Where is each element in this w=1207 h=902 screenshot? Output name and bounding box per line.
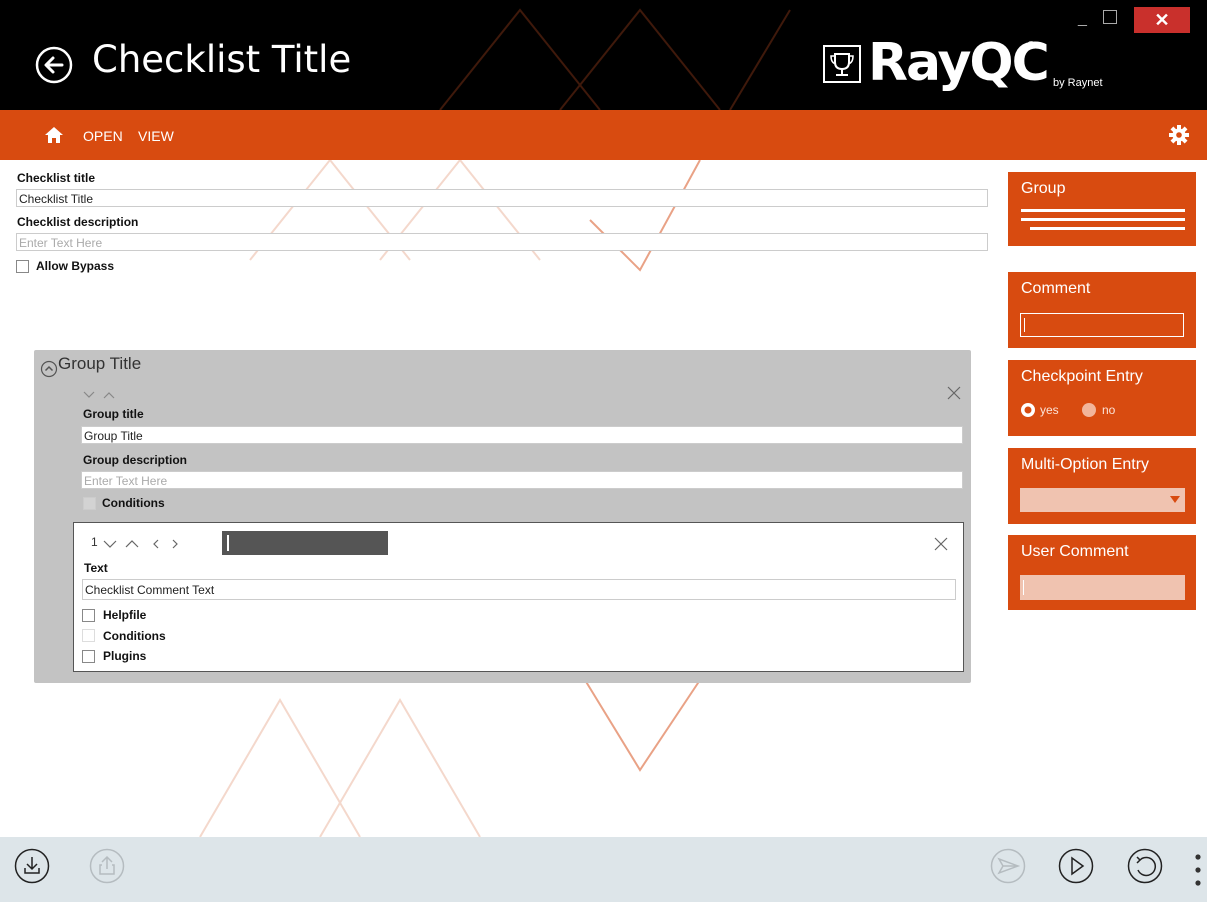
group-description-label: Group description — [83, 453, 188, 467]
toolbox-group-label: Group — [1021, 180, 1066, 197]
checklist-description-input[interactable]: Enter Text Here — [16, 233, 988, 251]
chevron-left-icon — [153, 539, 159, 549]
text-cursor — [227, 535, 229, 551]
group-conditions-checkbox[interactable] — [83, 497, 96, 510]
group-conditions-label: Conditions — [102, 496, 165, 510]
helpfile-label: Helpfile — [103, 608, 147, 622]
brand-logo-text: RayQC — [868, 33, 1050, 93]
group-title-label: Group title — [83, 407, 144, 421]
toolbox-group-tile[interactable]: Group — [1008, 172, 1196, 246]
item-conditions-checkbox[interactable] — [82, 629, 95, 642]
menu-open[interactable]: OPEN — [83, 128, 123, 144]
menu-bar: OPEN VIEW — [0, 110, 1207, 160]
group-header-title[interactable]: Group Title — [58, 354, 141, 374]
toolbox-checkpoint-tile[interactable]: Checkpoint Entry yes no — [1008, 360, 1196, 436]
allow-bypass-label: Allow Bypass — [36, 259, 115, 273]
toolbox-comment-tile[interactable]: Comment — [1008, 272, 1196, 348]
item-text-label: Text — [84, 561, 108, 575]
checklist-title-input[interactable]: Checklist Title — [16, 189, 988, 207]
allow-bypass-checkbox[interactable] — [16, 260, 29, 273]
group-title-input[interactable]: Group Title — [81, 426, 963, 444]
close-window-button[interactable]: ✕ — [1134, 7, 1190, 33]
chevron-right-icon — [172, 539, 178, 549]
toolbox-multi-option-label: Multi-Option Entry — [1021, 456, 1150, 473]
upload-icon[interactable] — [89, 848, 125, 884]
save-icon[interactable] — [14, 848, 50, 884]
chevron-up-icon — [103, 392, 115, 399]
toolbox-multi-option-tile[interactable]: Multi-Option Entry — [1008, 448, 1196, 524]
toolbox-checkpoint-label: Checkpoint Entry — [1021, 368, 1143, 385]
close-icon[interactable] — [934, 537, 948, 551]
chevron-down-icon — [83, 391, 95, 398]
radio-yes-icon — [1021, 403, 1035, 417]
toolbox-user-comment-label: User Comment — [1021, 543, 1129, 560]
comment-preview-input — [1020, 313, 1184, 337]
group-description-input[interactable]: Enter Text Here — [81, 471, 963, 489]
back-arrow-icon[interactable] — [34, 45, 74, 85]
plugins-checkbox[interactable] — [82, 650, 95, 663]
checkpoint-no-label: no — [1102, 403, 1116, 417]
page-title: Checklist Title — [92, 38, 352, 81]
title-bar: Checklist Title RayQC ® by Raynet _ ✕ — [0, 0, 1207, 110]
collapse-icon[interactable] — [40, 360, 58, 378]
item-name-input[interactable] — [222, 531, 388, 555]
tile-line — [1021, 209, 1185, 212]
helpfile-checkbox[interactable] — [82, 609, 95, 622]
trophy-icon — [823, 45, 861, 83]
radio-no-icon — [1082, 403, 1096, 417]
item-index: 1 — [91, 535, 98, 549]
play-icon[interactable] — [1058, 848, 1094, 884]
maximize-button[interactable] — [1103, 10, 1117, 24]
brand-registered-mark: ® — [1027, 40, 1036, 52]
toolbox-comment-label: Comment — [1021, 280, 1091, 297]
send-icon[interactable] — [990, 848, 1026, 884]
checkpoint-yes-label: yes — [1040, 403, 1059, 417]
gear-icon[interactable] — [1168, 124, 1190, 146]
checklist-description-label: Checklist description — [17, 215, 139, 229]
chevron-up-icon — [125, 540, 139, 548]
item-reorder-controls — [103, 539, 178, 549]
checklist-title-label: Checklist title — [17, 171, 96, 185]
home-icon[interactable] — [44, 126, 64, 144]
tile-line — [1030, 227, 1185, 230]
user-comment-preview-input — [1020, 575, 1185, 600]
menu-view[interactable]: VIEW — [138, 128, 174, 144]
chevron-down-icon — [1170, 496, 1180, 503]
close-icon[interactable] — [947, 386, 961, 400]
undo-icon[interactable] — [1127, 848, 1163, 884]
plugins-label: Plugins — [103, 649, 147, 663]
more-icon[interactable] — [1194, 852, 1202, 888]
tile-line — [1021, 218, 1185, 221]
group-reorder-chevrons — [83, 391, 115, 399]
brand-byline: by Raynet — [1053, 77, 1103, 89]
minimize-button[interactable]: _ — [1078, 10, 1087, 28]
item-conditions-label: Conditions — [103, 629, 166, 643]
item-text-input[interactable]: Checklist Comment Text — [82, 579, 956, 600]
chevron-down-icon — [103, 540, 117, 548]
toolbox-user-comment-tile[interactable]: User Comment — [1008, 535, 1196, 610]
multi-option-preview-select — [1020, 488, 1185, 512]
